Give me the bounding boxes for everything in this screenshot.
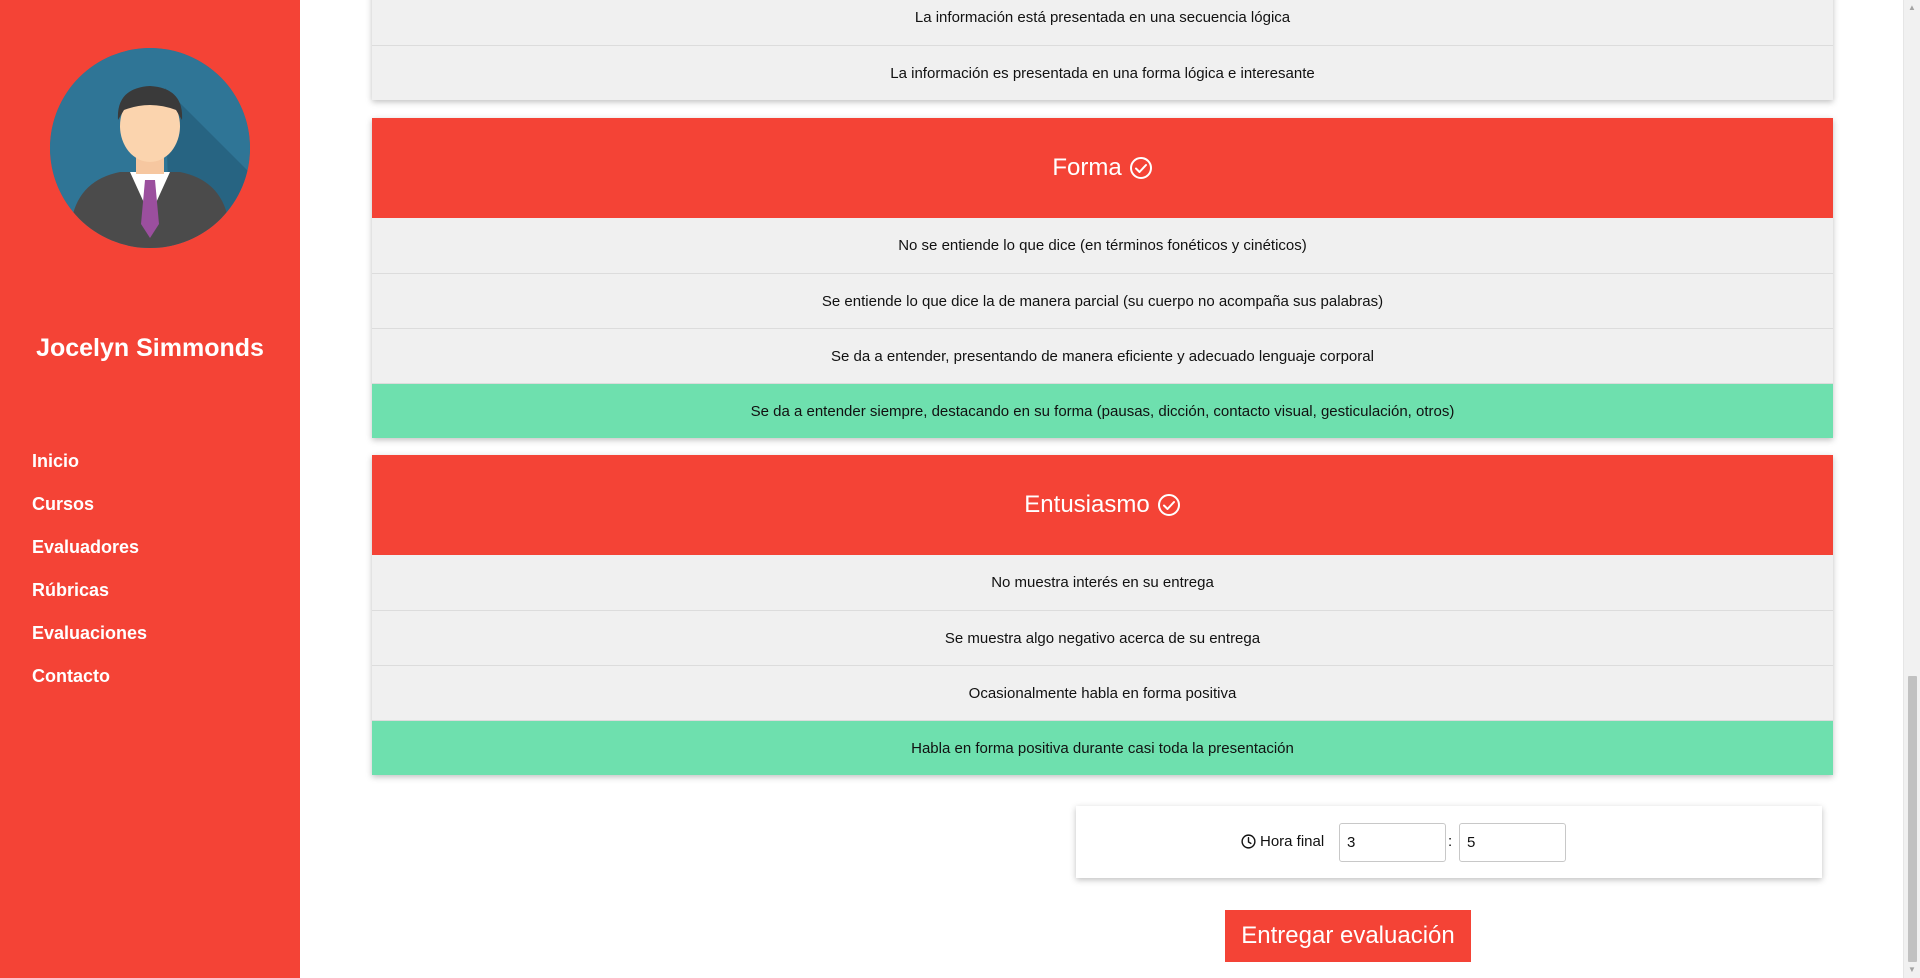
- sidebar-item-evaluaciones[interactable]: Evaluaciones: [32, 618, 147, 661]
- sidebar-item-cursos[interactable]: Cursos: [32, 489, 147, 532]
- final-time-panel: Hora final :: [1076, 806, 1822, 878]
- check-circle-icon: [1129, 157, 1152, 179]
- avatar: [50, 48, 250, 248]
- rubric-section-forma: Forma No se entiende lo que dice (en tér…: [372, 118, 1833, 438]
- rubric-section-organizacion: La información está presentada en una se…: [372, 0, 1833, 100]
- rubric-option[interactable]: Se muestra algo negativo acerca de su en…: [372, 610, 1833, 665]
- rubric-option[interactable]: Se da a entender, presentando de manera …: [372, 328, 1833, 383]
- user-avatar-icon: [50, 48, 250, 248]
- rubric-section-entusiasmo: Entusiasmo No muestra interés en su entr…: [372, 455, 1833, 775]
- sidebar-item-rubricas[interactable]: Rúbricas: [32, 575, 147, 618]
- rubric-option-selected[interactable]: Se da a entender siempre, destacando en …: [372, 383, 1833, 438]
- section-title: Forma: [1052, 154, 1122, 181]
- section-header: Forma: [372, 118, 1833, 218]
- scrollbar-thumb[interactable]: [1908, 676, 1917, 962]
- sidebar-item-inicio[interactable]: Inicio: [32, 446, 147, 489]
- section-title: Entusiasmo: [1024, 491, 1150, 518]
- submit-evaluation-button[interactable]: Entregar evaluación: [1225, 910, 1471, 962]
- hours-input[interactable]: [1339, 823, 1446, 862]
- sidebar-item-evaluadores[interactable]: Evaluadores: [32, 532, 147, 575]
- final-time-text: Hora final: [1260, 833, 1325, 850]
- user-name: Jocelyn Simmonds: [36, 334, 264, 362]
- rubric-option[interactable]: La información es presentada en una form…: [372, 45, 1833, 100]
- main-content: La información está presentada en una se…: [300, 0, 1903, 978]
- rubric-option[interactable]: No se entiende lo que dice (en términos …: [372, 218, 1833, 273]
- scrollbar[interactable]: ▲ ▼: [1903, 0, 1920, 978]
- scroll-down-arrow-icon[interactable]: ▼: [1904, 962, 1920, 978]
- sidebar-nav: Inicio Cursos Evaluadores Rúbricas Evalu…: [32, 446, 147, 704]
- rubric-option[interactable]: No muestra interés en su entrega: [372, 555, 1833, 610]
- minutes-input[interactable]: [1459, 823, 1566, 862]
- rubric-option-selected[interactable]: Habla en forma positiva durante casi tod…: [372, 720, 1833, 775]
- section-header: Entusiasmo: [372, 455, 1833, 555]
- rubric-option[interactable]: La información está presentada en una se…: [372, 0, 1833, 45]
- time-separator: :: [1448, 833, 1453, 850]
- rubric-option[interactable]: Ocasionalmente habla en forma positiva: [372, 665, 1833, 720]
- rubric-option[interactable]: Se entiende lo que dice la de manera par…: [372, 273, 1833, 328]
- sidebar-item-contacto[interactable]: Contacto: [32, 661, 147, 704]
- check-circle-icon: [1157, 494, 1180, 516]
- sidebar: Jocelyn Simmonds Inicio Cursos Evaluador…: [0, 0, 300, 978]
- final-time-label: Hora final: [1241, 833, 1324, 850]
- clock-icon: [1241, 834, 1256, 849]
- scroll-up-arrow-icon[interactable]: ▲: [1904, 0, 1920, 16]
